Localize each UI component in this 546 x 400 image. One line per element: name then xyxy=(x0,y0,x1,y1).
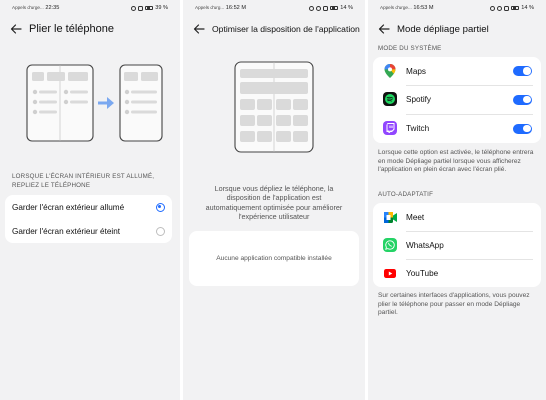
alarm-icon xyxy=(309,5,315,11)
section-header-system: MODE DU SYSTÈME xyxy=(378,45,442,52)
status-time: 16:53 M xyxy=(413,5,434,11)
maps-icon xyxy=(383,64,397,78)
option-keep-off[interactable]: Garder l'écran extérieur éteint xyxy=(5,219,172,243)
back-arrow-icon xyxy=(193,24,205,34)
app-row-youtube[interactable]: YouTube xyxy=(373,259,541,287)
status-time: 22:35 xyxy=(45,5,60,11)
app-row-whatsapp[interactable]: WhatsApp xyxy=(373,231,541,259)
twitch-icon xyxy=(383,121,397,135)
bluetooth-icon xyxy=(316,5,322,11)
fold-options-card: Garder l'écran extérieur allumé Garder l… xyxy=(5,195,172,243)
back-button[interactable] xyxy=(3,18,29,40)
alarm-icon xyxy=(490,5,496,11)
battery-icon xyxy=(330,5,339,11)
meet-icon xyxy=(383,210,397,224)
empty-state-text: Aucune application compatible installée xyxy=(216,255,332,262)
app-name: Meet xyxy=(406,212,425,222)
back-arrow-icon xyxy=(378,24,390,34)
maps-toggle[interactable] xyxy=(513,66,532,76)
app-bar: Plier le téléphone xyxy=(0,18,180,40)
system-mode-note: Lorsque cette option est activée, le tél… xyxy=(378,149,534,174)
auto-apps-card: Meet WhatsApp YouTube xyxy=(373,203,541,287)
status-bar: Appels d'urge... 22:35 39 % xyxy=(0,5,180,15)
app-bar: Mode dépliage partiel xyxy=(368,18,546,40)
bluetooth-icon xyxy=(497,5,503,11)
app-name: Maps xyxy=(406,66,427,76)
battery-level: 39 % xyxy=(155,5,168,11)
page-title: Optimiser la disposition de l'applicatio… xyxy=(212,24,360,34)
bluetooth-icon xyxy=(131,5,137,11)
wifi-icon xyxy=(504,5,510,11)
optimize-layout-screen: Appels d'urg... 16:52 M 14 % Optimiser l… xyxy=(183,0,365,400)
page-title: Plier le téléphone xyxy=(29,23,115,35)
wifi-icon xyxy=(138,5,144,11)
fold-phone-screen: Appels d'urge... 22:35 39 % Plier le tél… xyxy=(0,0,180,400)
carrier-text: Appels d'urg... xyxy=(195,5,225,10)
spotify-toggle[interactable] xyxy=(513,94,532,105)
app-row-meet[interactable]: Meet xyxy=(373,203,541,231)
app-name: Twitch xyxy=(406,124,430,133)
app-name: YouTube xyxy=(406,268,439,278)
option-label: Garder l'écran extérieur éteint xyxy=(12,226,121,236)
carrier-text: Appels d'urge... xyxy=(380,5,412,10)
back-button[interactable] xyxy=(371,18,397,40)
radio-unselected[interactable] xyxy=(156,226,165,236)
section-header-auto: AUTO-ADAPTATIF xyxy=(378,191,434,198)
radio-selected[interactable] xyxy=(156,202,165,212)
system-apps-card: Maps Spotify Twitch xyxy=(373,57,541,143)
back-arrow-icon xyxy=(10,24,22,34)
status-bar: Appels d'urg... 16:52 M 14 % xyxy=(183,5,365,15)
option-keep-on[interactable]: Garder l'écran extérieur allumé xyxy=(5,195,172,219)
app-bar: Optimiser la disposition de l'applicatio… xyxy=(183,18,365,40)
app-name: WhatsApp xyxy=(406,240,444,250)
battery-level: 14 % xyxy=(340,5,353,11)
fold-illustration xyxy=(26,64,163,142)
wifi-icon xyxy=(323,5,329,11)
youtube-icon xyxy=(383,266,397,280)
carrier-text: Appels d'urge... xyxy=(12,5,44,10)
empty-state-card: Aucune application compatible installée xyxy=(189,231,359,286)
app-row-twitch[interactable]: Twitch xyxy=(373,114,541,143)
battery-icon xyxy=(511,5,520,11)
spotify-icon xyxy=(383,92,397,106)
layout-description: Lorsque vous dépliez le téléphone, la di… xyxy=(205,184,343,222)
whatsapp-icon xyxy=(383,238,397,252)
app-row-maps[interactable]: Maps xyxy=(373,57,541,85)
auto-mode-note: Sur certaines interfaces d'applications,… xyxy=(378,292,530,317)
twitch-toggle[interactable] xyxy=(513,123,532,134)
section-header: LORSQUE L'ÉCRAN INTÉRIEUR EST ALLUMÉ, RE… xyxy=(12,173,155,189)
back-button[interactable] xyxy=(186,18,212,40)
status-time: 16:52 M xyxy=(225,5,247,11)
unfolded-device-illustration xyxy=(234,61,314,153)
app-row-spotify[interactable]: Spotify xyxy=(373,85,541,114)
battery-level: 14 % xyxy=(521,5,534,11)
battery-icon xyxy=(145,5,154,11)
option-label: Garder l'écran extérieur allumé xyxy=(12,202,125,212)
partial-unfold-screen: Appels d'urge... 16:53 M 14 % Mode dépli… xyxy=(368,0,546,400)
status-bar: Appels d'urge... 16:53 M 14 % xyxy=(368,5,546,15)
page-title: Mode dépliage partiel xyxy=(397,23,489,35)
app-name: Spotify xyxy=(406,95,432,104)
